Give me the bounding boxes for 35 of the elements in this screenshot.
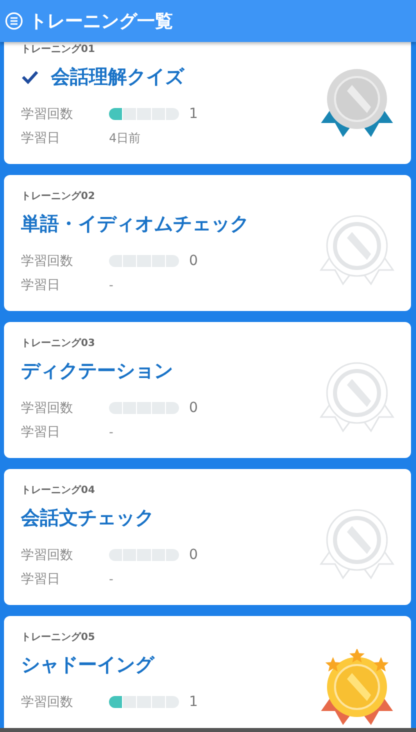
training-title: 単語・イディオムチェック [21,212,249,237]
count-value: 1 [189,106,198,122]
row-label: 学習日 [21,571,61,588]
row-label: 学習日 [21,277,61,294]
row-value: 4日前 [109,130,141,146]
count-value: 0 [189,400,198,416]
header-title: トレーニング一覧 [29,10,173,33]
count-value: 1 [189,694,198,710]
training-number: トレーニング02 [21,190,96,203]
training-title: 会話文チェック [21,506,154,531]
training-number: トレーニング04 [21,484,96,497]
training-title: 会話理解クイズ [51,65,184,90]
row-value: - [109,572,114,586]
row-label: 学習回数 [21,106,74,123]
row-label: 学習日 [21,424,61,441]
training-number: トレーニング03 [21,337,96,350]
count-value: 0 [189,547,198,563]
row-label: 学習回数 [21,694,74,711]
training-card[interactable]: トレーニング04 会話文チェック 学習回数 0 学習日 - [4,469,411,605]
menu-icon[interactable] [5,12,23,30]
training-title: シャドーイング [21,653,154,678]
row-label: 学習日 [21,130,61,147]
row-label: 学習回数 [21,253,74,270]
training-number: トレーニング01 [21,43,96,56]
row-value: - [109,425,114,439]
count-value: 0 [189,253,198,269]
training-number: トレーニング05 [21,631,96,644]
row-value: - [109,278,114,292]
row-label: 学習回数 [21,400,74,417]
training-card[interactable]: トレーニング01 会話理解クイズ 学習回数 1 学習日 4日前 [4,42,411,164]
training-title: ディクテーション [21,359,173,384]
training-card[interactable]: トレーニング02 単語・イディオムチェック 学習回数 0 学習日 - [4,175,411,311]
row-label: 学習回数 [21,547,74,564]
training-card[interactable]: トレーニング05 シャドーイング 学習回数 1 [4,616,411,728]
training-card[interactable]: トレーニング03 ディクテーション 学習回数 0 学習日 - [4,322,411,458]
